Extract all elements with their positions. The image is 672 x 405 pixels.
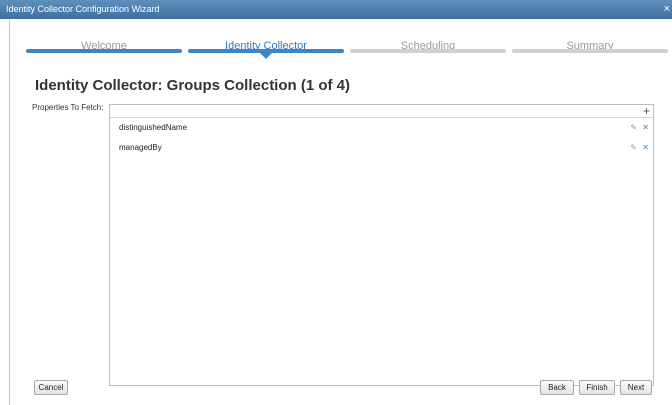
step-progress-bar — [512, 49, 668, 53]
step-scheduling[interactable]: Scheduling — [350, 19, 506, 64]
properties-list: + distinguishedName ✎ ✕ managedBy ✎ ✕ — [109, 104, 654, 386]
active-step-pointer-icon — [259, 52, 273, 59]
wizard-frame: Welcome Identity Collector Scheduling Su… — [9, 19, 672, 405]
step-progress-bar — [26, 49, 182, 53]
pencil-icon[interactable]: ✎ — [630, 138, 637, 158]
list-item[interactable]: managedBy ✎ ✕ — [110, 138, 653, 158]
property-name: managedBy — [119, 143, 162, 152]
properties-list-header: + — [110, 105, 653, 118]
pencil-icon[interactable]: ✎ — [630, 118, 637, 138]
back-button[interactable]: Back — [540, 380, 574, 395]
wizard-steps: Welcome Identity Collector Scheduling Su… — [10, 19, 672, 64]
property-name: distinguishedName — [119, 123, 188, 132]
cancel-button[interactable]: Cancel — [34, 380, 68, 395]
x-icon[interactable]: ✕ — [642, 118, 649, 138]
window-title: Identity Collector Configuration Wizard — [6, 4, 160, 14]
next-button[interactable]: Next — [620, 380, 652, 395]
close-icon[interactable]: × — [664, 0, 670, 19]
step-progress-bar — [350, 49, 506, 53]
add-property-button[interactable]: + — [643, 105, 650, 117]
x-icon[interactable]: ✕ — [642, 138, 649, 158]
finish-button[interactable]: Finish — [579, 380, 615, 395]
properties-label: Properties To Fetch: — [32, 103, 104, 112]
page-title: Identity Collector: Groups Collection (1… — [35, 77, 351, 94]
step-identity-collector[interactable]: Identity Collector — [188, 19, 344, 64]
list-item[interactable]: distinguishedName ✎ ✕ — [110, 118, 653, 138]
window-titlebar: Identity Collector Configuration Wizard … — [0, 0, 672, 19]
step-summary[interactable]: Summary — [512, 19, 668, 64]
step-welcome[interactable]: Welcome — [26, 19, 182, 64]
